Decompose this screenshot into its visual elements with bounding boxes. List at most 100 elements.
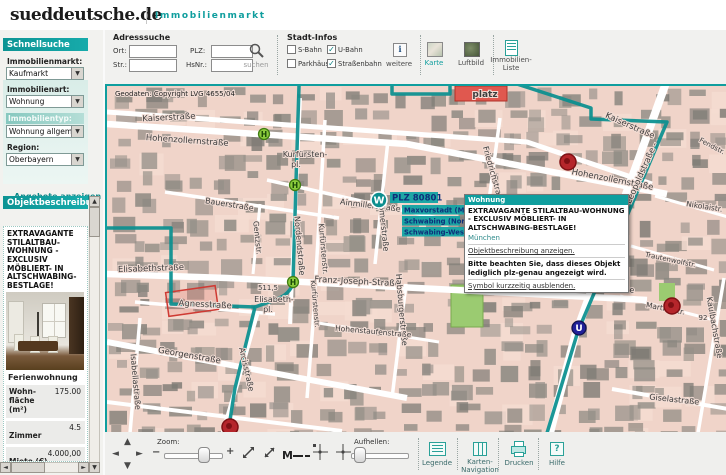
legend-icon[interactable] bbox=[429, 442, 446, 456]
dropdown-2[interactable]: Wohnung allgemein▼ bbox=[6, 125, 84, 138]
dropdown-value: Wohnung bbox=[9, 97, 44, 106]
shrink-map-icon[interactable] bbox=[262, 445, 277, 460]
print-button[interactable]: Drucken bbox=[503, 459, 535, 467]
pan-right-arrow[interactable]: ► bbox=[136, 450, 143, 459]
more-button[interactable]: weitere bbox=[383, 60, 415, 68]
photo-wardrobe bbox=[69, 297, 84, 354]
logo-divider bbox=[146, 7, 147, 24]
print-icon[interactable] bbox=[511, 441, 525, 457]
dropdown-3[interactable]: Oberbayern▼ bbox=[6, 153, 84, 166]
property-list-button[interactable]: Immobilien-Liste bbox=[488, 56, 534, 72]
dropdown-value: Kaufmarkt bbox=[9, 69, 48, 78]
tram-stop-marker[interactable]: H bbox=[288, 277, 299, 288]
map-navigation-button[interactable]: Karten-Navigation bbox=[459, 458, 501, 474]
plz-marker[interactable]: W bbox=[371, 192, 387, 208]
dropdown-0[interactable]: Kaufmarkt ▼ bbox=[6, 67, 84, 80]
chevron-down-icon[interactable]: ▼ bbox=[71, 154, 83, 165]
chevron-down-icon[interactable]: ▼ bbox=[71, 96, 83, 107]
aerial-view-button[interactable]: Luftbild bbox=[455, 59, 487, 67]
checkbox-parkhäuser[interactable] bbox=[287, 59, 296, 68]
scale-icon[interactable]: M bbox=[282, 444, 310, 460]
property-list-icon[interactable] bbox=[505, 40, 518, 56]
object-description-panel: EXTRAVAGANTE STILALTBAU-WOHNUNG -EXCLUSI… bbox=[3, 226, 88, 462]
crosshair-icon[interactable] bbox=[335, 443, 352, 461]
chevron-down-icon[interactable]: ▼ bbox=[71, 126, 83, 137]
field-label: Immobilientyp: bbox=[6, 113, 84, 124]
detail-value: 4.5 bbox=[69, 423, 81, 432]
tooltip-hide-link[interactable]: Symbol kurzzeitig ausblenden. bbox=[468, 279, 625, 290]
header: sueddeutsche.de Immobilienmarkt bbox=[0, 0, 726, 30]
tram-stop-marker[interactable]: H bbox=[259, 129, 270, 140]
dropdown-1[interactable]: Wohnung ▼ bbox=[6, 95, 84, 108]
svg-text:H: H bbox=[292, 181, 298, 190]
map-view-icon[interactable] bbox=[427, 42, 443, 57]
help-icon[interactable]: ? bbox=[550, 442, 564, 456]
brighten-slider-handle[interactable] bbox=[354, 447, 366, 463]
str-input[interactable] bbox=[129, 59, 177, 72]
photo-table bbox=[18, 341, 58, 351]
ort-label: Ort: bbox=[113, 47, 127, 55]
address-search-title: Adresssuche bbox=[113, 33, 170, 42]
scroll-right-arrow[interactable]: ► bbox=[78, 462, 89, 473]
tooltip-description-link[interactable]: Objektbeschreibung anzeigen. bbox=[468, 244, 625, 255]
resize-map-icon[interactable] bbox=[241, 445, 256, 460]
map-navigation-icon[interactable] bbox=[473, 442, 487, 456]
field-label: Region: bbox=[7, 143, 88, 152]
map-copyright: Geodaten: Copyright LVG 4655/04 bbox=[115, 90, 235, 98]
map-canvas[interactable]: KaiserstraßeKaiserstraßeHohenzollernstra… bbox=[105, 84, 726, 436]
scroll-left-arrow[interactable]: ◄ bbox=[0, 462, 11, 473]
ort-input[interactable] bbox=[129, 45, 177, 58]
sueddeutsche-logo[interactable]: sueddeutsche.de bbox=[10, 5, 162, 25]
checkbox-straßenbahn[interactable]: ✓ bbox=[327, 59, 336, 68]
detail-row: Wohn-fläche (m²)175.00 bbox=[6, 385, 85, 418]
section-title: Immobilienmarkt bbox=[155, 11, 266, 21]
legend-button[interactable]: Legende bbox=[415, 459, 459, 467]
chevron-down-icon[interactable]: ▼ bbox=[71, 68, 83, 79]
tooltip-title: Wohnung bbox=[465, 195, 628, 205]
zoom-out-button[interactable]: − bbox=[152, 447, 160, 458]
zoom-slider-handle[interactable] bbox=[198, 447, 210, 463]
sidebar: Schnellsuche Immobilienmarkt:Kaufmarkt▼I… bbox=[0, 30, 103, 475]
search-icon[interactable] bbox=[247, 42, 265, 60]
property-marker[interactable] bbox=[560, 154, 576, 170]
aerial-view-icon[interactable] bbox=[464, 42, 480, 57]
pan-left-arrow[interactable]: ◄ bbox=[112, 450, 119, 459]
property-photo bbox=[6, 292, 84, 370]
object-description-title: Objektbeschreibung bbox=[3, 196, 88, 209]
bottom-toolbar: ▲ ◄ ► ▼ Zoom: − + M bbox=[105, 432, 726, 475]
pan-up-arrow[interactable]: ▲ bbox=[124, 438, 131, 447]
checkbox-label[interactable]: S-Bahn bbox=[298, 46, 322, 54]
search-button-label[interactable]: suchen bbox=[241, 61, 271, 69]
vertical-scroll-thumb[interactable] bbox=[89, 207, 100, 237]
street-label: platz bbox=[472, 90, 497, 100]
hsnr-label: HsNr.: bbox=[186, 61, 207, 69]
center-marker-icon[interactable] bbox=[312, 443, 329, 461]
city-info-checkboxes: S-Bahn✓U-BahnParkhäuser✓Straßenbahn bbox=[287, 45, 387, 73]
city-map[interactable]: KaiserstraßeKaiserstraßeHohenzollernstra… bbox=[107, 86, 726, 434]
detail-value: 4.000,00 bbox=[48, 449, 81, 458]
zoom-slider-track[interactable] bbox=[164, 453, 223, 459]
checkbox-u-bahn[interactable]: ✓ bbox=[327, 45, 336, 54]
zoom-label: Zoom: bbox=[157, 438, 180, 446]
checkbox-label[interactable]: Straßenbahn bbox=[338, 60, 382, 68]
street-label: pl. bbox=[263, 305, 273, 314]
checkbox-s-bahn[interactable] bbox=[287, 45, 296, 54]
map-view-button[interactable]: Karte bbox=[419, 59, 449, 67]
horizontal-scroll-thumb[interactable] bbox=[11, 462, 45, 473]
help-button[interactable]: Hilfe bbox=[543, 459, 571, 467]
brighten-label: Aufhellen: bbox=[354, 438, 389, 446]
ubahn-station-marker[interactable]: U bbox=[572, 321, 586, 335]
tram-stop-marker[interactable]: H bbox=[290, 180, 301, 191]
toolbar-separator bbox=[420, 35, 421, 75]
tooltip-note: Bitte beachten Sie, dass dieses Objekt l… bbox=[468, 257, 625, 277]
zoom-in-button[interactable]: + bbox=[226, 446, 234, 457]
application-window: sueddeutsche.de Immobilienmarkt Schnells… bbox=[0, 0, 726, 475]
scroll-up-arrow[interactable]: ▲ bbox=[89, 196, 100, 207]
scroll-down-arrow[interactable]: ▼ bbox=[89, 462, 100, 473]
pan-down-arrow[interactable]: ▼ bbox=[124, 462, 131, 471]
vertical-scrollbar[interactable] bbox=[89, 196, 100, 473]
property-marker[interactable] bbox=[664, 298, 680, 314]
checkbox-label[interactable]: U-Bahn bbox=[338, 46, 363, 54]
info-icon[interactable]: i bbox=[393, 43, 407, 57]
plz-label: PLZ: bbox=[190, 47, 205, 55]
